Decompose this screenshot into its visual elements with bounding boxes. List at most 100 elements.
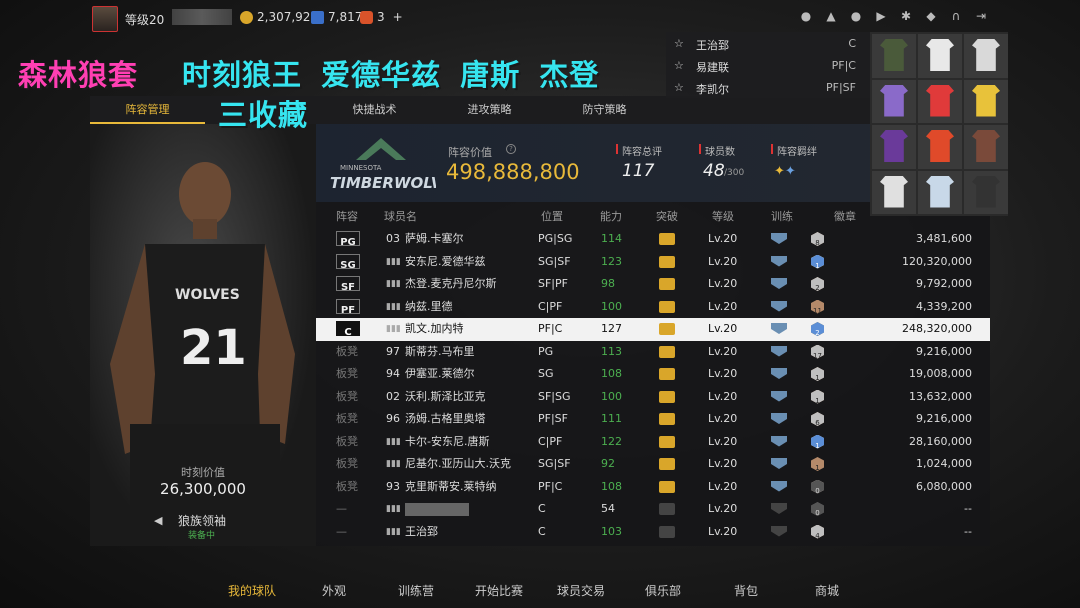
player-name[interactable]: 卡尔-安东尼.唐斯 bbox=[405, 431, 489, 453]
player-name[interactable]: 克里斯蒂安.莱特纳 bbox=[405, 476, 497, 498]
player-avatar[interactable] bbox=[92, 6, 118, 32]
jersey-num: 97 bbox=[386, 344, 400, 358]
player-name[interactable]: 王治郅 bbox=[405, 521, 438, 543]
roster-row[interactable]: PG03萨姆.卡塞尔PG|SG114Lv.20283,481,600 bbox=[316, 228, 990, 251]
training-icon[interactable] bbox=[771, 278, 787, 289]
nav-training-camp[interactable]: 训练营 bbox=[398, 582, 434, 599]
roster-row[interactable]: SF▮▮▮杰登.麦克丹尼尔斯SF|PF98Lv.20529,792,000 bbox=[316, 273, 990, 296]
player-name[interactable]: 汤姆.古格里奥塔 bbox=[405, 408, 486, 430]
breakthrough-icon[interactable] bbox=[659, 503, 675, 515]
roster-row[interactable]: SG▮▮▮安东尼.爱德华兹SG|SF123Lv.20101511120,320,… bbox=[316, 251, 990, 274]
nav-store[interactable]: 商城 bbox=[815, 582, 839, 599]
jersey-item[interactable] bbox=[918, 79, 962, 123]
breakthrough-icon[interactable] bbox=[659, 233, 675, 245]
dropdown-player-2[interactable]: 易建联 bbox=[696, 59, 729, 75]
roster-row[interactable]: —▮▮▮C54Lv.2000-- bbox=[316, 498, 990, 521]
tab-roster[interactable]: 阵容管理 bbox=[90, 96, 205, 124]
breakthrough-icon[interactable] bbox=[659, 435, 675, 448]
headset-icon[interactable]: ∩ bbox=[949, 9, 963, 23]
roster-row[interactable]: 板凳 ▮▮▮ 尼基尔.亚历山大.沃克 SG|SF 92 Lv.20 1 1,024,000 bbox=[316, 453, 990, 476]
roster-row[interactable]: —▮▮▮王治郅C103Lv.2064-- bbox=[316, 521, 990, 544]
training-icon[interactable] bbox=[771, 255, 787, 267]
breakthrough-icon[interactable] bbox=[659, 368, 675, 380]
breakthrough-icon[interactable] bbox=[659, 278, 675, 290]
prev-item-arrow[interactable]: ◀ bbox=[154, 514, 162, 527]
jersey-item[interactable] bbox=[872, 125, 916, 169]
tab-defense[interactable]: 防守策略 bbox=[547, 96, 662, 124]
player-name[interactable]: 萨姆.卡塞尔 bbox=[405, 228, 464, 250]
roster-row[interactable]: C▮▮▮凯文.加内特PF|C127Lv.2022022248,320,000 bbox=[316, 318, 990, 341]
dropdown-player-3[interactable]: 李凯尔 bbox=[696, 81, 729, 97]
jersey-item[interactable] bbox=[964, 34, 1008, 78]
nav-trade[interactable]: 球员交易 bbox=[557, 582, 605, 599]
training-icon[interactable] bbox=[771, 323, 787, 334]
nav-club[interactable]: 俱乐部 bbox=[645, 582, 681, 599]
player-name[interactable]: 安东尼.爱德华兹 bbox=[405, 251, 486, 273]
breakthrough-icon[interactable] bbox=[659, 480, 675, 493]
dropdown-player-1[interactable]: 王治郅 bbox=[696, 37, 729, 53]
player-name[interactable]: 沃利.斯泽比亚克 bbox=[405, 386, 486, 408]
training-icon[interactable] bbox=[771, 525, 787, 537]
training-icon[interactable] bbox=[771, 480, 787, 492]
roster-row[interactable]: 板凳94伊塞亚.莱德尔SG108Lv.205119,008,000 bbox=[316, 363, 990, 386]
breakthrough-icon[interactable] bbox=[659, 300, 675, 313]
training-icon[interactable] bbox=[771, 300, 787, 312]
training-icon[interactable] bbox=[771, 233, 787, 244]
video-icon[interactable]: ▶ bbox=[874, 9, 888, 23]
badge-icon: 8 bbox=[811, 232, 824, 246]
training-icon[interactable] bbox=[771, 435, 787, 447]
breakthrough-icon[interactable] bbox=[659, 255, 675, 268]
nav-appearance[interactable]: 外观 bbox=[322, 582, 346, 599]
jersey-item[interactable] bbox=[918, 125, 962, 169]
gear-icon[interactable]: ✱ bbox=[899, 9, 913, 23]
training-icon[interactable] bbox=[771, 345, 787, 357]
nav-backpack[interactable]: 背包 bbox=[734, 582, 758, 599]
player-name[interactable]: 伊塞亚.莱德尔 bbox=[405, 363, 475, 385]
player-name[interactable]: 纳兹.里德 bbox=[405, 296, 453, 318]
jersey-item[interactable] bbox=[964, 79, 1008, 123]
breakthrough-icon[interactable] bbox=[659, 525, 675, 538]
exit-icon[interactable]: ⇥ bbox=[974, 9, 988, 23]
roster-row[interactable]: 板凳96汤姆.古格里奥塔PF|SF111Lv.20169,216,000 bbox=[316, 408, 990, 431]
training-icon[interactable] bbox=[771, 503, 787, 514]
profile-icon[interactable]: ● bbox=[799, 9, 813, 23]
player-name[interactable]: 尼基尔.亚历山大.沃克 bbox=[405, 453, 511, 475]
breakthrough-icon[interactable] bbox=[659, 413, 675, 425]
breakthrough-icon[interactable] bbox=[659, 323, 675, 335]
training-icon[interactable] bbox=[771, 413, 787, 424]
help-icon[interactable]: ? bbox=[506, 144, 516, 154]
shield-icon[interactable]: ◆ bbox=[924, 9, 938, 23]
training-icon[interactable] bbox=[771, 458, 787, 469]
jersey-item[interactable] bbox=[964, 170, 1008, 214]
nav-start-game[interactable]: 开始比赛 bbox=[475, 582, 523, 599]
jersey-item[interactable] bbox=[918, 34, 962, 78]
player-rating: 98 bbox=[601, 277, 615, 290]
friends-icon[interactable]: ● bbox=[849, 9, 863, 23]
player-name[interactable]: 凯文.加内特 bbox=[405, 318, 464, 340]
jersey-item[interactable] bbox=[964, 125, 1008, 169]
training-icon[interactable] bbox=[771, 368, 787, 379]
tab-quick-tactics[interactable]: 快捷战术 bbox=[317, 96, 432, 124]
add-currency-button[interactable]: + bbox=[393, 10, 403, 24]
jersey-item[interactable] bbox=[872, 170, 916, 214]
player-level: Lv.20 bbox=[708, 457, 738, 470]
jersey-item[interactable] bbox=[872, 34, 916, 78]
breakthrough-icon[interactable] bbox=[659, 390, 675, 403]
tab-offense[interactable]: 进攻策略 bbox=[432, 96, 547, 124]
breakthrough-icon[interactable] bbox=[659, 458, 675, 470]
roster-row[interactable]: 板凳97斯蒂芬.马布里PG113Lv.208179,216,000 bbox=[316, 341, 990, 364]
training-icon[interactable] bbox=[771, 390, 787, 402]
synergy-icons[interactable]: ✦✦ bbox=[774, 164, 796, 179]
player-name[interactable]: 杰登.麦克丹尼尔斯 bbox=[405, 273, 497, 295]
roster-row[interactable]: 板凳93克里斯蒂安.莱特纳PF|C108Lv.2071206,080,000 bbox=[316, 476, 990, 499]
jersey-item[interactable] bbox=[918, 170, 962, 214]
roster-row[interactable]: 板凳02沃利.斯泽比亚克SF|SG100Lv.201113,632,000 bbox=[316, 386, 990, 409]
bell-icon[interactable]: ▲ bbox=[824, 9, 838, 23]
player-name[interactable]: 斯蒂芬.马布里 bbox=[405, 341, 475, 363]
equipped-item-name[interactable]: 狼族领袖 bbox=[178, 512, 226, 529]
roster-row[interactable]: PF ▮▮▮ 纳兹.里德 C|PF 100 Lv.20 11 4,339,200 bbox=[316, 296, 990, 319]
jersey-item[interactable] bbox=[872, 79, 916, 123]
nav-my-team[interactable]: 我的球队 bbox=[228, 582, 276, 599]
roster-row[interactable]: 板凳▮▮▮卡尔-安东尼.唐斯C|PF122Lv.2075128,160,000 bbox=[316, 431, 990, 454]
breakthrough-icon[interactable] bbox=[659, 345, 675, 358]
